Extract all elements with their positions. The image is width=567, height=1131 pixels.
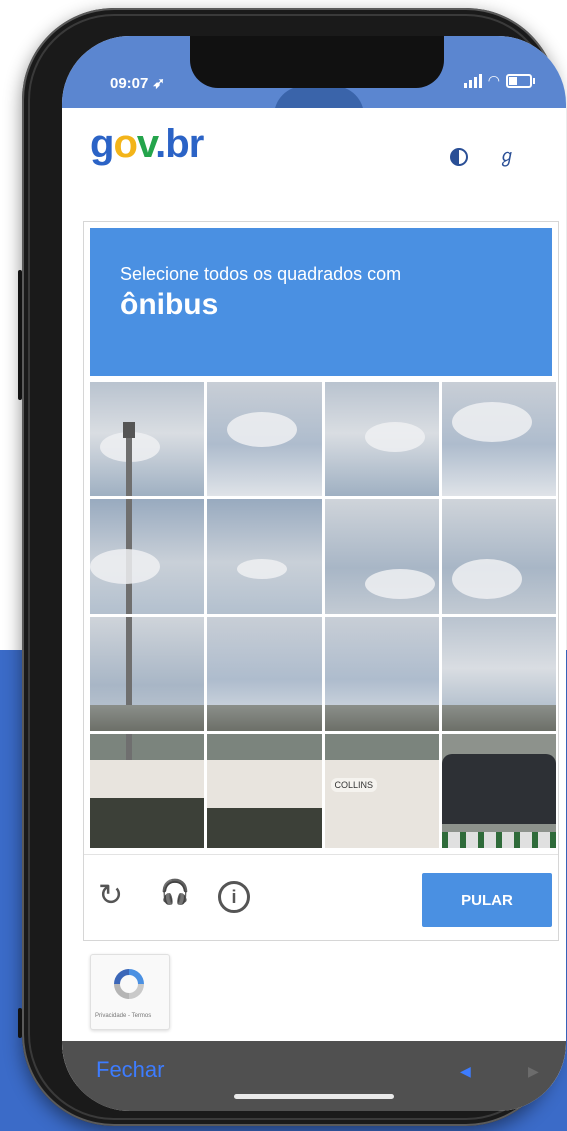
location-arrow-icon: ➶ [152,75,166,92]
hand-sign-icon[interactable]: ℊ [498,142,516,168]
contrast-icon[interactable] [450,148,468,166]
grid-tile[interactable] [207,382,322,497]
phone-screen: 09:07 ➶ ◠ gov.br ℊ Selecione todos os qu… [62,36,566,1111]
collins-sign: COLLINS [330,777,378,792]
challenge-header: Selecione todos os quadrados com ônibus [90,228,552,376]
logo-dot: . [155,122,166,166]
grid-tile[interactable] [441,733,556,848]
grid-tile[interactable] [207,499,322,614]
privacy-terms-text: Privacidade - Termos [95,1013,152,1019]
grid-tile[interactable]: COLLINS [324,733,439,848]
recaptcha-logo-icon [114,969,144,999]
grid-tile[interactable] [90,382,205,497]
grid-tile[interactable] [324,382,439,497]
grid-tile[interactable] [441,499,556,614]
logo-letter-o: o [113,122,137,166]
grid-tile[interactable] [324,499,439,614]
battery-icon [506,73,535,88]
grid-tile[interactable] [90,733,205,848]
logo-letters-br: br [165,122,204,166]
status-time: 09:07 ➶ [110,74,165,92]
grid-tile[interactable] [441,382,556,497]
challenge-object: ônibus [120,288,219,321]
side-button [18,1008,22,1038]
skip-button[interactable]: PULAR [422,873,552,927]
wifi-icon: ◠ [487,72,500,88]
reload-icon[interactable]: ↻ [98,881,123,911]
close-button[interactable]: Fechar [96,1057,164,1083]
browser-toolbar: Fechar ◀ ▶ [62,1041,566,1111]
grid-tile[interactable] [207,616,322,731]
phone-frame: 09:07 ➶ ◠ gov.br ℊ Selecione todos os qu… [18,8,566,1126]
volume-button [18,270,22,400]
recaptcha-challenge: Selecione todos os quadrados com ônibus [83,221,559,941]
info-icon[interactable]: i [218,881,250,913]
challenge-footer: ↻ 🎧 i PULAR [84,854,558,941]
image-grid: COLLINS [90,382,556,848]
headphones-icon[interactable]: 🎧 [160,881,190,905]
grid-tile[interactable] [90,499,205,614]
grid-tile[interactable] [90,616,205,731]
recaptcha-badge[interactable]: Privacidade - Termos [90,954,170,1030]
grid-tile[interactable] [207,733,322,848]
challenge-prompt: Selecione todos os quadrados com [120,264,402,284]
signal-icon [463,73,482,88]
logo-letter-g: g [90,122,114,166]
logo-letter-v: v [136,122,156,166]
previous-arrow-icon[interactable]: ◀ [460,1063,471,1080]
next-arrow-icon[interactable]: ▶ [528,1063,539,1080]
grid-tile[interactable] [441,616,556,731]
status-icons: ◠ [463,72,535,89]
notch [190,36,444,88]
grid-tile[interactable] [324,616,439,731]
time-text: 09:07 [110,75,153,92]
app-header: gov.br ℊ [62,108,566,187]
gov-br-logo[interactable]: gov.br [90,122,204,167]
home-indicator [234,1094,394,1099]
